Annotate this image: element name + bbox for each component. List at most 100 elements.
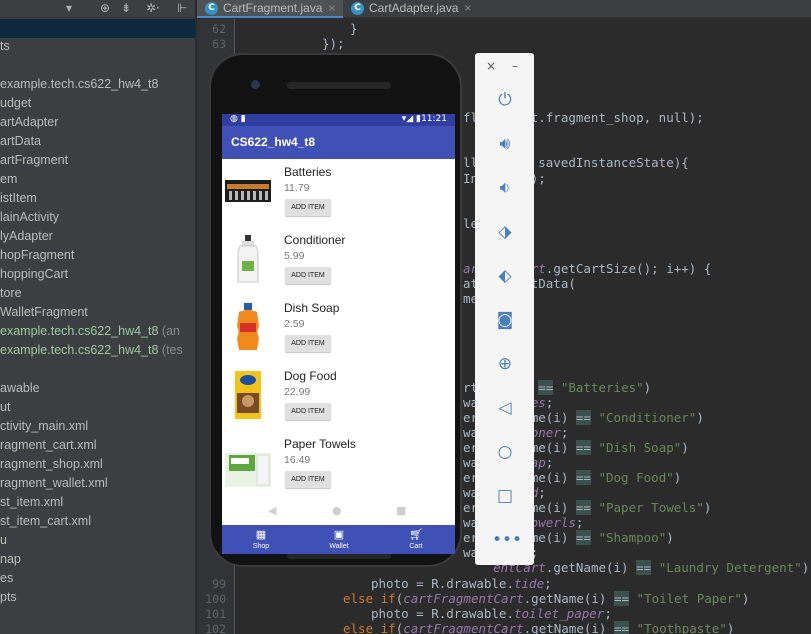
tree-item[interactable]: udget <box>0 94 195 113</box>
rotate-right-icon[interactable]: ⬖ <box>492 263 518 289</box>
nav-label: Cart <box>409 543 423 550</box>
add-item-button[interactable]: ADD ITEM <box>285 403 331 420</box>
tree-item[interactable]: WalletFragment <box>0 303 195 322</box>
close-icon[interactable]: × <box>328 1 335 15</box>
tree-item[interactable]: u <box>0 531 195 550</box>
add-item-button[interactable]: ADD ITEM <box>285 471 331 488</box>
collapse-icon[interactable]: ⇟ <box>121 1 131 15</box>
tree-item[interactable]: example.tech.cs622_hw4_t8 (tes <box>0 341 195 360</box>
tree-item[interactable]: em <box>0 170 195 189</box>
list-item[interactable]: Conditioner 5.99 ADD ITEM <box>222 227 455 295</box>
tree-item-label: example.tech.cs622_hw4_t8 <box>0 343 159 357</box>
tree-item[interactable]: hopFragment <box>0 246 195 265</box>
tree-item[interactable]: ut <box>0 398 195 417</box>
settings-icon[interactable]: ✲· <box>146 1 160 15</box>
list-item[interactable]: Dog Food 22.99 ADD ITEM <box>222 363 455 431</box>
tree-item[interactable]: example.tech.cs622_hw4_t8 <box>0 75 195 94</box>
power-icon[interactable]: ⏻ <box>492 87 518 113</box>
back-icon[interactable]: ◀ <box>268 504 276 517</box>
tree-item[interactable]: awable <box>0 379 195 398</box>
list-item[interactable]: Batteries 11.79 ADD ITEM <box>222 159 455 227</box>
tree-item[interactable]: nap <box>0 550 195 569</box>
tree-item[interactable]: ts <box>0 37 195 56</box>
item-name: Dog Food <box>284 369 337 383</box>
dropdown-icon[interactable]: ▾ <box>66 1 72 15</box>
overview-icon[interactable]: □ <box>492 483 518 509</box>
list-item[interactable]: Paper Towels 16.49 ADD ITEM <box>222 431 455 499</box>
tree-item[interactable]: ragment_shop.xml <box>0 455 195 474</box>
item-price: 22.99 <box>284 386 311 398</box>
tab-cart-adapter[interactable]: C CartAdapter.java × <box>343 0 479 18</box>
item-list[interactable]: Batteries 11.79 ADD ITEM Conditioner 5.9… <box>222 159 455 509</box>
home-icon[interactable]: ○ <box>492 439 518 465</box>
tree-item-selected[interactable] <box>0 19 195 38</box>
camera-icon[interactable]: ◙ <box>492 307 518 333</box>
line-number: 101 <box>205 607 226 621</box>
app-title-bar: CS622_hw4_t8 <box>222 126 455 159</box>
emulator-toolbar: × – ⏻ 🔊︎ 🔉︎ ⬗ ⬖ ◙ ⊕ ◁ ○ □ ••• <box>475 53 534 565</box>
rotate-left-icon[interactable]: ⬗ <box>492 219 518 245</box>
tree-item[interactable]: artAdapter <box>0 113 195 132</box>
tree-item[interactable]: tore <box>0 284 195 303</box>
code-line[interactable]: photo = R.drawable.toilet_paper; <box>371 606 612 621</box>
recents-icon[interactable]: ■ <box>396 504 406 517</box>
volume-up-icon[interactable]: 🔊︎ <box>492 131 518 157</box>
nav-wallet[interactable]: ▣ Wallet <box>300 525 378 554</box>
add-item-button[interactable]: ADD ITEM <box>285 199 331 216</box>
home-icon[interactable]: ● <box>332 504 342 517</box>
item-name: Paper Towels <box>284 437 356 451</box>
item-price: 2.59 <box>284 318 305 330</box>
locate-icon[interactable]: ⊕ <box>100 1 110 15</box>
line-number: 102 <box>205 622 226 634</box>
tree-item[interactable]: lainActivity <box>0 208 195 227</box>
nav-label: Wallet <box>329 543 349 550</box>
close-icon[interactable]: × <box>464 1 471 15</box>
tree-item[interactable]: istItem <box>0 189 195 208</box>
close-icon[interactable]: × <box>486 59 496 73</box>
line-number: 62 <box>212 22 226 36</box>
dog-food-image <box>235 371 261 419</box>
zoom-icon[interactable]: ⊕ <box>492 351 518 377</box>
tree-item-suffix: (an <box>158 324 180 338</box>
tree-item[interactable]: es <box>0 569 195 588</box>
code-line[interactable]: else if(cartFragmentCart.getName(i) == "… <box>343 621 734 634</box>
android-system-nav: ◀ ● ■ <box>222 504 455 520</box>
tree-item[interactable]: lyAdapter <box>0 227 195 246</box>
more-icon[interactable]: ••• <box>492 527 522 553</box>
add-item-button[interactable]: ADD ITEM <box>285 267 331 284</box>
volume-down-icon[interactable]: 🔉︎ <box>492 175 518 201</box>
paper-towels-image <box>225 453 271 487</box>
camera-lens <box>251 80 260 89</box>
tree-item-label: example.tech.cs622_hw4_t8 <box>0 324 159 338</box>
tab-label: CartAdapter.java <box>369 1 459 15</box>
minimize-icon[interactable]: – <box>512 59 518 73</box>
code-line[interactable]: photo = R.drawable.tide; <box>371 576 552 591</box>
code-line[interactable]: else if(cartFragmentCart.getName(i) == "… <box>343 591 749 606</box>
tree-item[interactable]: artData <box>0 132 195 151</box>
tree-item[interactable]: st_item.xml <box>0 493 195 512</box>
item-name: Dish Soap <box>284 301 340 315</box>
code-line[interactable]: }); <box>322 36 345 51</box>
item-name: Batteries <box>284 165 332 179</box>
wallet-icon: ▣ <box>333 529 345 541</box>
class-icon: C <box>351 2 364 15</box>
tab-cart-fragment[interactable]: C CartFragment.java × <box>197 0 343 18</box>
batteries-image <box>225 180 271 202</box>
tree-item[interactable]: st_item_cart.xml <box>0 512 195 531</box>
hide-icon[interactable]: ⊩ <box>177 1 187 15</box>
tree-item[interactable]: example.tech.cs622_hw4_t8 (an <box>0 322 195 341</box>
add-item-button[interactable]: ADD ITEM <box>285 335 331 352</box>
tree-item[interactable]: pts <box>0 588 195 607</box>
list-item[interactable]: Dish Soap 2.59 ADD ITEM <box>222 295 455 363</box>
tree-item[interactable]: hoppingCart <box>0 265 195 284</box>
nav-shop[interactable]: ▦ Shop <box>222 525 300 554</box>
back-icon[interactable]: ◁ <box>492 395 518 421</box>
bottom-navigation: ▦ Shop ▣ Wallet 🛒︎ Cart <box>222 525 455 554</box>
nav-cart[interactable]: 🛒︎ Cart <box>377 525 455 554</box>
code-line[interactable]: } <box>350 21 358 36</box>
signal-icon: ▾◢ ▮ <box>401 114 421 124</box>
tree-item[interactable]: ragment_cart.xml <box>0 436 195 455</box>
tree-item[interactable]: ctivity_main.xml <box>0 417 195 436</box>
tree-item[interactable]: artFragment <box>0 151 195 170</box>
tree-item[interactable]: ragment_wallet.xml <box>0 474 195 493</box>
